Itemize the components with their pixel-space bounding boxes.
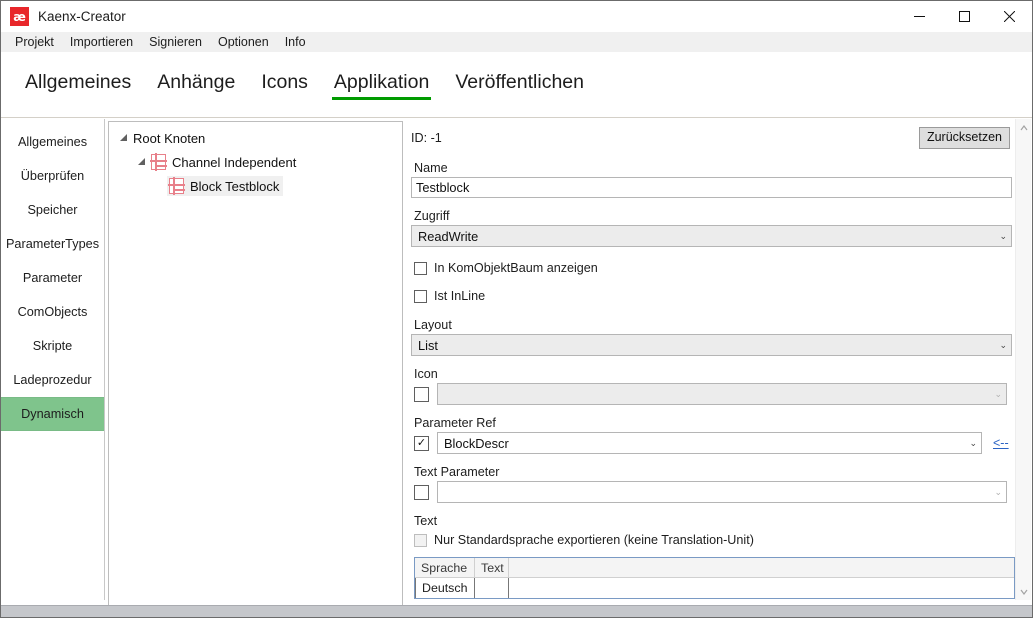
menu-item-importieren[interactable]: Importieren [62,33,141,51]
icon-enable-checkbox[interactable] [414,387,429,402]
tree-node-channel-independent[interactable]: Channel Independent [109,150,402,174]
parameter-ref-row: ✓ BlockDescr ⌄ <-- [414,432,1010,454]
menu-item-info[interactable]: Info [277,33,314,51]
standardsprache-checkbox[interactable] [414,534,427,547]
chevron-down-icon: ⌄ [969,438,977,449]
standardsprache-label: Nur Standardsprache exportieren (keine T… [434,533,754,547]
name-input[interactable]: Testblock [411,177,1012,198]
menu-item-signieren[interactable]: Signieren [141,33,210,51]
text-parameter-row: ⌄ [414,481,1010,503]
zugriff-value: ReadWrite [418,229,478,244]
tab-anhaenge[interactable]: Anhänge [147,67,245,102]
scroll-up-icon[interactable] [1016,119,1032,136]
text-section-label: Text [414,514,1010,528]
text-grid-header: Sprache Text [415,558,1014,578]
sidebar: Allgemeines Überprüfen Speicher Paramete… [1,119,105,600]
expander-icon[interactable] [115,133,131,144]
tab-veroeffentlichen[interactable]: Veröffentlichen [445,67,594,102]
sidebar-item-dynamisch[interactable]: Dynamisch [1,397,104,431]
block-icon [151,154,166,170]
istinline-label: Ist InLine [434,289,485,303]
parameter-ref-back-link[interactable]: <-- [993,436,1009,450]
komobjektbaum-checkbox[interactable] [414,262,427,275]
tab-allgemeines[interactable]: Allgemeines [15,67,141,102]
sidebar-item-comobjects[interactable]: ComObjects [1,295,104,329]
tree-panel: Root Knoten Channel Independent Block Te… [108,121,403,609]
app-logo-icon: æ [10,7,29,26]
column-header-sprache[interactable]: Sprache [415,558,475,577]
tab-icons[interactable]: Icons [251,67,318,102]
zugriff-select[interactable]: ReadWrite ⌄ [411,225,1012,247]
layout-select[interactable]: List ⌄ [411,334,1012,356]
menu-item-projekt[interactable]: Projekt [7,33,62,51]
standardsprache-checkbox-row[interactable]: Nur Standardsprache exportieren (keine T… [414,530,1010,550]
reset-button[interactable]: Zurücksetzen [919,127,1010,148]
title-bar: æ Kaenx-Creator [1,1,1032,32]
column-header-filler [509,558,1014,577]
window-title: Kaenx-Creator [38,9,126,24]
id-row: ID: -1 Zurücksetzen [411,127,1010,149]
sidebar-item-parametertypes[interactable]: ParameterTypes [1,227,104,261]
sidebar-item-ueberpruefen[interactable]: Überprüfen [1,159,104,193]
tab-bar: Allgemeines Anhänge Icons Applikation Ve… [1,52,1032,118]
cell-filler [509,578,1014,598]
window-controls [897,1,1032,32]
text-grid: Sprache Text Deutsch [414,557,1015,599]
cell-text[interactable] [475,578,509,598]
maximize-icon[interactable] [942,1,987,32]
tree-node-block-testblock[interactable]: Block Testblock [109,174,402,198]
text-parameter-select[interactable]: ⌄ [437,481,1007,503]
komobjektbaum-checkbox-row[interactable]: In KomObjektBaum anzeigen [414,258,1010,278]
cell-sprache: Deutsch [415,578,475,598]
layout-label: Layout [414,318,1010,332]
sidebar-item-parameter[interactable]: Parameter [1,261,104,295]
sidebar-item-allgemeines[interactable]: Allgemeines [1,125,104,159]
name-label: Name [414,161,1010,175]
chevron-down-icon: ⌄ [999,340,1007,351]
istinline-checkbox[interactable] [414,290,427,303]
parameter-ref-value: BlockDescr [444,436,509,451]
icon-field-row: ⌄ [414,383,1010,405]
sidebar-item-ladeprozedur[interactable]: Ladeprozedur [1,363,104,397]
detail-form-panel: ID: -1 Zurücksetzen Name Testblock Zugri… [406,119,1019,600]
close-icon[interactable] [987,1,1032,32]
parameter-ref-checkbox[interactable]: ✓ [414,436,429,451]
zugriff-label: Zugriff [414,209,1010,223]
parameter-ref-label: Parameter Ref [414,416,1010,430]
menu-item-optionen[interactable]: Optionen [210,33,277,51]
tree-node-label: Root Knoten [133,131,205,146]
sidebar-item-skripte[interactable]: Skripte [1,329,104,363]
id-label: ID: -1 [411,131,442,145]
text-parameter-label: Text Parameter [414,465,1010,479]
tree-node-label: Channel Independent [172,155,296,170]
scroll-down-icon[interactable] [1016,583,1032,600]
text-parameter-checkbox[interactable] [414,485,429,500]
parameter-ref-select[interactable]: BlockDescr ⌄ [437,432,982,454]
icon-select[interactable]: ⌄ [437,383,1007,405]
form-vertical-scrollbar[interactable] [1015,119,1031,600]
menu-bar: Projekt Importieren Signieren Optionen I… [1,32,1032,52]
column-header-text[interactable]: Text [475,558,509,577]
chevron-down-icon: ⌄ [999,231,1007,242]
komobjektbaum-label: In KomObjektBaum anzeigen [434,261,598,275]
icon-label: Icon [414,367,1010,381]
sidebar-item-speicher[interactable]: Speicher [1,193,104,227]
layout-value: List [418,338,438,353]
minimize-icon[interactable] [897,1,942,32]
chevron-down-icon: ⌄ [994,389,1002,400]
expander-icon[interactable] [133,157,149,168]
block-icon [169,178,184,194]
tree-node-root[interactable]: Root Knoten [109,126,402,150]
tree-node-label: Block Testblock [190,179,279,194]
tab-applikation[interactable]: Applikation [324,67,439,102]
table-row[interactable]: Deutsch [415,578,1014,598]
istinline-checkbox-row[interactable]: Ist InLine [414,286,1010,306]
application-window: æ Kaenx-Creator Projekt Importieren Sign… [0,0,1033,618]
chevron-down-icon: ⌄ [994,487,1002,498]
status-bar [1,605,1032,617]
